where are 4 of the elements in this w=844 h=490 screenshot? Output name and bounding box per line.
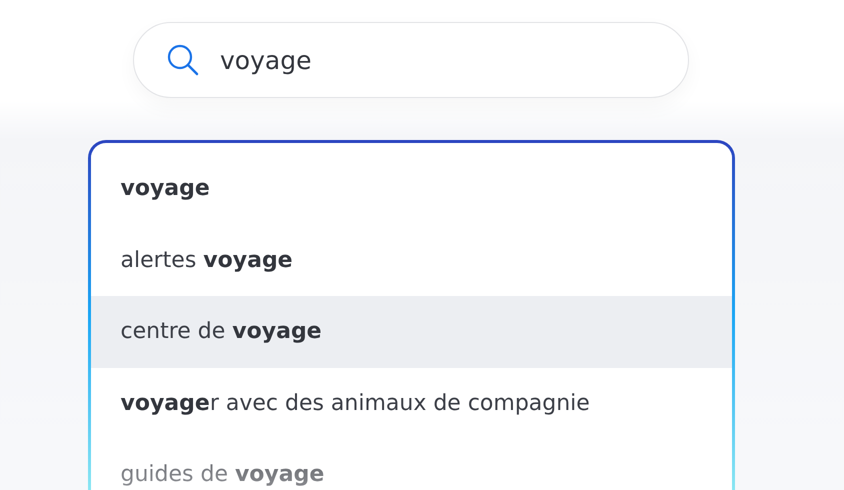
search-input[interactable]: voyage [220, 46, 620, 74]
search-field[interactable]: voyage [133, 22, 689, 98]
suggestion-item[interactable]: centre de voyage [90, 296, 732, 368]
search-icon [166, 43, 200, 77]
